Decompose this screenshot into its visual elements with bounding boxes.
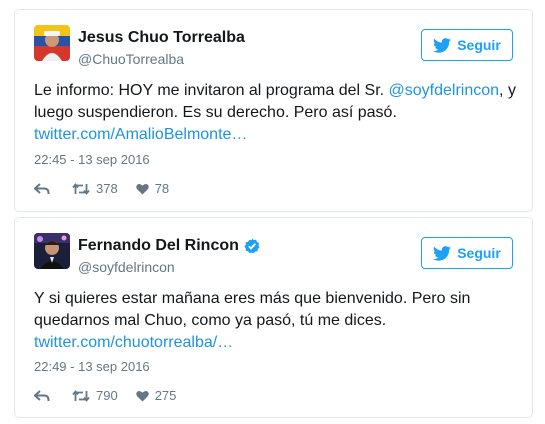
tweet-actions: 790 275 xyxy=(34,388,176,403)
page: Jesus Chuo Torrealba @ChuoTorrealba Segu… xyxy=(0,0,545,424)
retweet-count: 378 xyxy=(96,181,118,196)
author-name[interactable]: Fernando Del Rincon xyxy=(78,237,239,255)
heart-icon xyxy=(135,183,149,194)
tweet-url-link[interactable]: twitter.com/chuotorrealba/… xyxy=(34,334,233,351)
avatar[interactable] xyxy=(34,233,70,269)
reply-icon xyxy=(34,389,50,401)
author-handle[interactable]: @soyfdelrincon xyxy=(78,259,175,275)
twitter-bird-icon xyxy=(433,245,452,261)
like-button[interactable]: 275 xyxy=(135,388,177,403)
mention-link[interactable]: @soyfdelrincon xyxy=(389,82,500,99)
retweet-icon xyxy=(72,389,90,402)
twitter-bird-icon xyxy=(433,37,452,53)
tweet-card[interactable]: Fernando Del Rincon @soyfdelrincon Segui… xyxy=(14,217,533,418)
retweet-count: 790 xyxy=(96,388,118,403)
like-count: 78 xyxy=(154,181,170,196)
tweet-timestamp[interactable]: 22:45 - 13 sep 2016 xyxy=(34,152,150,168)
author-handle[interactable]: @ChuoTorrealba xyxy=(78,51,184,67)
author-name[interactable]: Jesus Chuo Torrealba xyxy=(78,29,245,47)
follow-label: Seguir xyxy=(457,37,501,53)
tweet-card[interactable]: Jesus Chuo Torrealba @ChuoTorrealba Segu… xyxy=(14,9,533,212)
heart-icon xyxy=(135,390,149,401)
author-name-row[interactable]: Jesus Chuo Torrealba xyxy=(78,29,245,47)
like-button[interactable]: 78 xyxy=(135,181,170,196)
verified-badge-icon xyxy=(244,238,260,254)
tweet-text-part: Le informo: HOY me invitaron al programa… xyxy=(34,82,389,99)
retweet-button[interactable]: 378 xyxy=(72,181,118,196)
tweet-url-link[interactable]: twitter.com/AmalioBelmonte… xyxy=(34,126,247,143)
retweet-icon xyxy=(72,182,90,195)
tweet-text: Y si quieres estar mañana eres más que b… xyxy=(34,288,519,354)
reply-button[interactable] xyxy=(34,182,52,195)
author-name-row[interactable]: Fernando Del Rincon xyxy=(78,237,260,255)
retweet-button[interactable]: 790 xyxy=(72,388,118,403)
reply-icon xyxy=(34,182,50,194)
tweet-text-part: Y si quieres estar mañana eres más que b… xyxy=(34,290,471,329)
follow-button[interactable]: Seguir xyxy=(421,237,513,269)
tweet-timestamp[interactable]: 22:49 - 13 sep 2016 xyxy=(34,359,150,375)
tweet-actions: 378 78 xyxy=(34,181,169,196)
tweet-text: Le informo: HOY me invitaron al programa… xyxy=(34,80,519,146)
like-count: 275 xyxy=(154,388,177,403)
follow-button[interactable]: Seguir xyxy=(421,29,513,61)
follow-label: Seguir xyxy=(457,245,501,261)
avatar[interactable] xyxy=(34,25,70,61)
reply-button[interactable] xyxy=(34,389,52,402)
